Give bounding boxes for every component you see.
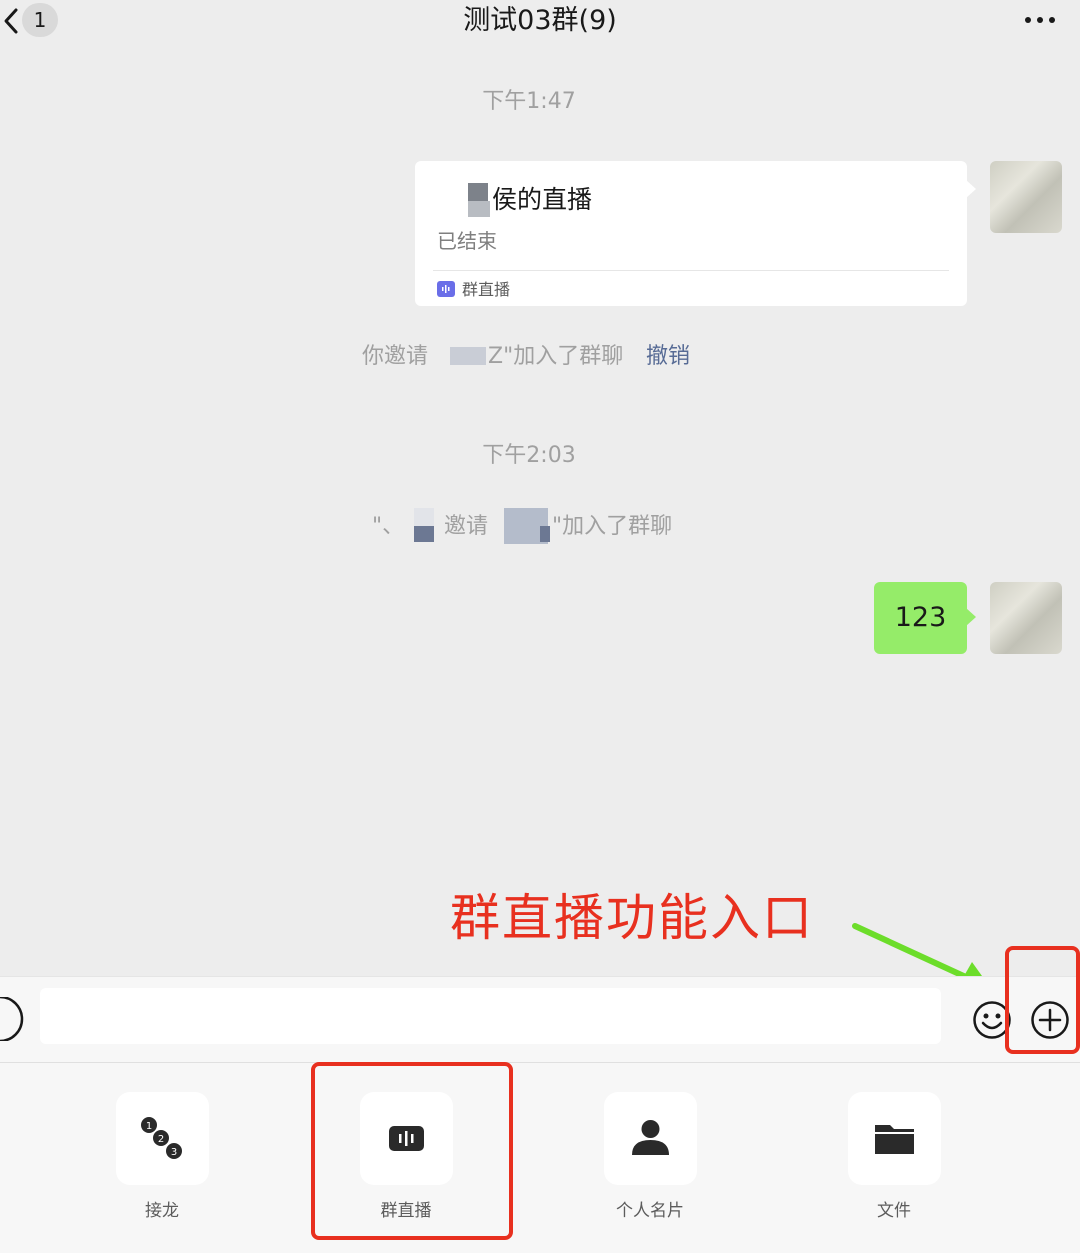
person-icon: [632, 1120, 669, 1155]
system-message-name-fragment: Z: [488, 344, 504, 369]
svg-text:3: 3: [171, 1147, 177, 1158]
numbered-chain-icon: 1 2 3: [141, 1117, 182, 1159]
live-card-app-label: 群直播: [462, 280, 511, 299]
system-message-invite: 你邀请: [362, 340, 428, 374]
bubble-tail: [966, 608, 976, 626]
system-message-name: Z"加入了群聊: [488, 340, 623, 374]
text-message[interactable]: 123: [874, 582, 967, 654]
blurred-name: [414, 526, 434, 542]
svg-text:1: 1: [146, 1121, 152, 1132]
system-message-quote: "、: [372, 514, 405, 539]
toolbar-item-chain[interactable]: 1 2 3: [116, 1092, 209, 1185]
toolbar-item-label: 文件: [877, 1201, 911, 1221]
annotation-arrow: [852, 923, 971, 981]
annotation-highlight-group-live: [311, 1062, 513, 1240]
live-card-title: 侯的直播: [492, 185, 593, 214]
live-wave-icon: [437, 281, 455, 297]
divider: [433, 270, 949, 271]
svg-text:2: 2: [158, 1134, 164, 1145]
unread-badge[interactable]: 1: [22, 3, 58, 37]
chat-title: 测试03群(9): [463, 5, 617, 36]
annotation-highlight-plus: [1005, 946, 1080, 1054]
folder-icon: [875, 1125, 914, 1154]
message-input[interactable]: [40, 988, 941, 1044]
live-card-status: 已结束: [437, 229, 497, 253]
blurred-name: [450, 347, 486, 365]
revoke-link[interactable]: 撤销: [646, 340, 690, 374]
blurred-name: [468, 201, 490, 217]
toolbar-item-file[interactable]: [848, 1092, 941, 1185]
blurred-name: [540, 526, 550, 542]
more-icon[interactable]: [1022, 12, 1058, 28]
toolbar-item-label: 个人名片: [616, 1201, 684, 1221]
voice-icon[interactable]: [0, 997, 26, 1041]
timestamp: 下午1:47: [482, 89, 576, 114]
system-message-middle: 邀请: [444, 514, 489, 539]
system-message-prefix: 你邀请: [362, 344, 429, 369]
annotation-label: 群直播功能入口: [450, 889, 814, 947]
timestamp: 下午2:03: [482, 443, 576, 468]
avatar[interactable]: [990, 161, 1062, 233]
blurred-name: [414, 508, 434, 526]
bubble-tail: [966, 180, 976, 198]
toolbar-item-label: 接龙: [145, 1201, 179, 1221]
system-message-suffix: "加入了群聊: [503, 344, 624, 369]
blurred-name: [468, 183, 488, 201]
toolbar-item-contact-card[interactable]: [604, 1092, 697, 1185]
system-message-suffix: "加入了群聊: [552, 514, 673, 539]
avatar[interactable]: [990, 582, 1062, 654]
